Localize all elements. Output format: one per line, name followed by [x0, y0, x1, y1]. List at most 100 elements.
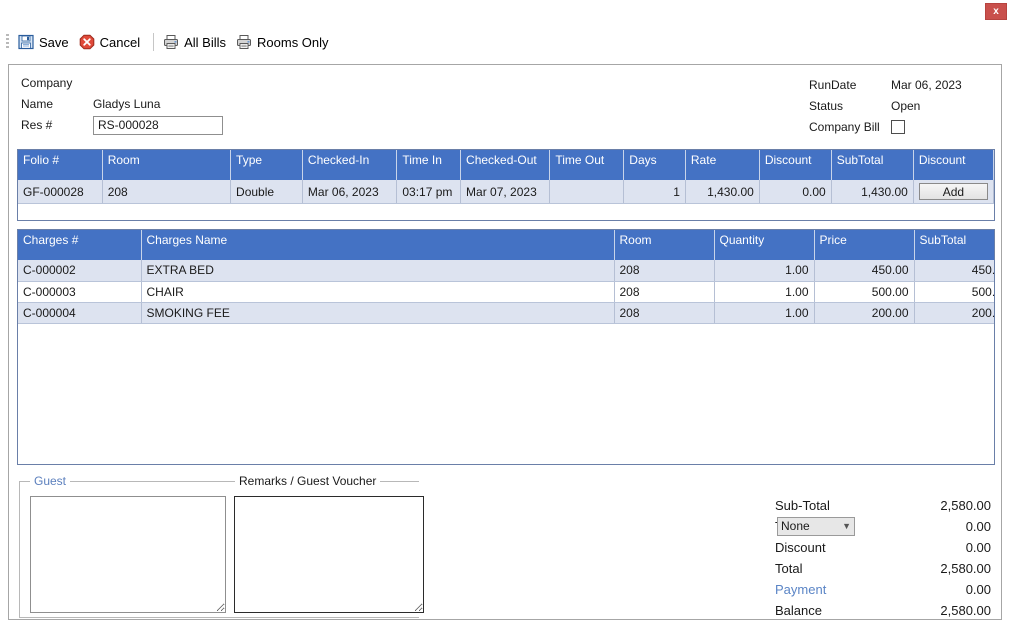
table-row[interactable]: GF-000028 208 Double Mar 06, 2023 03:17 … [18, 180, 994, 204]
col-room[interactable]: Room [102, 150, 232, 180]
cell-discount-action: Add [913, 180, 994, 204]
cell-charges-room: 208 [614, 302, 715, 324]
close-button[interactable]: x [985, 3, 1007, 20]
col-charges-number[interactable]: Charges # [18, 230, 142, 260]
cell-charges-number: C-000002 [18, 260, 142, 282]
folio-table: Folio # Room Type Checked-In Time In Che… [18, 150, 994, 204]
guest-fieldset: Guest Remarks / Guest Voucher [19, 474, 424, 618]
rundate-row: RunDate Mar 06, 2023 [809, 75, 962, 95]
table-row[interactable]: C-000002 EXTRA BED 208 1.00 450.00 450.0… [18, 260, 994, 282]
tax-row: Tax None ▼ 0.00 [775, 516, 995, 536]
cell-type: Double [230, 180, 303, 204]
cell-charges-name: EXTRA BED [141, 260, 615, 282]
total-label: Total [775, 560, 803, 576]
folio-header-row: Folio # Room Type Checked-In Time In Che… [18, 150, 994, 180]
col-discount-action[interactable]: Discount [913, 150, 994, 180]
add-discount-button[interactable]: Add [918, 183, 988, 200]
name-label: Name [21, 97, 54, 111]
table-row[interactable]: C-000004 SMOKING FEE 208 1.00 200.00 200… [18, 302, 994, 324]
charges-table: Charges # Charges Name Room Quantity Pri… [18, 230, 994, 324]
remarks-legend: Remarks / Guest Voucher [235, 474, 381, 488]
col-subtotal[interactable]: SubTotal [831, 150, 914, 180]
title-bar: x [0, 0, 1010, 22]
col-time-in[interactable]: Time In [396, 150, 462, 180]
rundate-value: Mar 06, 2023 [891, 78, 962, 92]
rundate-label: RunDate [809, 78, 857, 92]
remarks-textarea[interactable] [234, 496, 424, 613]
col-charges-subtotal[interactable]: SubTotal [914, 230, 994, 260]
payment-value: 0.00 [965, 581, 991, 597]
col-charges-name[interactable]: Charges Name [141, 230, 615, 260]
cell-days: 1 [623, 180, 686, 204]
col-charges-room[interactable]: Room [614, 230, 715, 260]
subtotal-value: 2,580.00 [940, 497, 991, 513]
status-row: Status Open [809, 96, 962, 116]
all-bills-label: All Bills [184, 34, 227, 50]
charges-grid: Charges # Charges Name Room Quantity Pri… [17, 229, 995, 465]
cell-checked-in: Mar 06, 2023 [302, 180, 398, 204]
table-row[interactable]: C-000003 CHAIR 208 1.00 500.00 500.00 [18, 281, 994, 303]
charges-header-row: Charges # Charges Name Room Quantity Pri… [18, 230, 994, 260]
tax-selected-option: None [781, 519, 810, 533]
bottom-section: Guest Remarks / Guest Voucher Sub-Total … [9, 473, 1001, 619]
rooms-only-button[interactable]: Rooms Only [233, 32, 336, 52]
cancel-label: Cancel [99, 34, 141, 50]
all-bills-button[interactable]: All Bills [160, 32, 233, 52]
cell-charges-room: 208 [614, 260, 715, 282]
status-value: Open [891, 99, 921, 113]
company-row: Company [21, 73, 223, 93]
total-row: Total 2,580.00 [775, 558, 995, 578]
col-discount[interactable]: Discount [759, 150, 832, 180]
col-type[interactable]: Type [230, 150, 303, 180]
cell-time-out [549, 180, 625, 204]
rooms-only-label: Rooms Only [257, 34, 329, 50]
cancel-button[interactable]: Cancel [76, 32, 147, 52]
status-label: Status [809, 99, 844, 113]
company-bill-checkbox[interactable] [891, 120, 905, 134]
toolbar-grip[interactable] [6, 34, 9, 50]
total-value: 2,580.00 [940, 560, 991, 576]
name-value: Gladys Luna [93, 97, 161, 111]
col-checked-out[interactable]: Checked-Out [460, 150, 551, 180]
cell-folio-number: GF-000028 [18, 180, 103, 204]
col-checked-in[interactable]: Checked-In [302, 150, 398, 180]
res-number-input[interactable] [93, 115, 223, 135]
toolbar: Save Cancel All Bills Rooms Only [0, 26, 1010, 58]
payment-link[interactable]: Payment [775, 582, 895, 597]
company-label: Company [21, 76, 73, 90]
printer-icon [236, 34, 252, 50]
save-button[interactable]: Save [15, 32, 76, 52]
discount-row: Discount 0.00 [775, 537, 995, 557]
discount-label: Discount [775, 539, 826, 555]
cell-price: 200.00 [814, 302, 915, 324]
cell-price: 500.00 [814, 281, 915, 303]
guest-textarea[interactable] [30, 496, 226, 613]
col-time-out[interactable]: Time Out [549, 150, 625, 180]
toolbar-separator [153, 33, 155, 51]
company-info-group: Company Name Gladys Luna Res # [21, 73, 223, 136]
cell-charges-subtotal: 500.00 [914, 281, 994, 303]
save-disk-icon [18, 34, 34, 50]
totals-panel: Sub-Total 2,580.00 Tax None ▼ 0.00 Disco… [775, 495, 995, 621]
printer-icon [163, 34, 179, 50]
col-quantity[interactable]: Quantity [714, 230, 815, 260]
cell-subtotal: 1,430.00 [831, 180, 914, 204]
cell-rate: 1,430.00 [685, 180, 760, 204]
col-days[interactable]: Days [623, 150, 686, 180]
col-folio-number[interactable]: Folio # [18, 150, 103, 180]
res-row: Res # [21, 115, 223, 135]
company-bill-label: Company Bill [809, 120, 880, 134]
tax-value: 0.00 [965, 518, 991, 534]
col-rate[interactable]: Rate [685, 150, 760, 180]
tax-select[interactable]: None ▼ [777, 516, 855, 536]
col-price[interactable]: Price [814, 230, 915, 260]
cancel-stop-icon [79, 34, 95, 50]
balance-value: 2,580.00 [940, 602, 991, 618]
cell-room: 208 [102, 180, 232, 204]
name-row: Name Gladys Luna [21, 94, 223, 114]
subtotal-label: Sub-Total [775, 497, 830, 513]
res-label: Res # [21, 118, 53, 132]
cell-charges-name: CHAIR [141, 281, 615, 303]
cell-charges-number: C-000003 [18, 281, 142, 303]
cell-charges-name: SMOKING FEE [141, 302, 615, 324]
